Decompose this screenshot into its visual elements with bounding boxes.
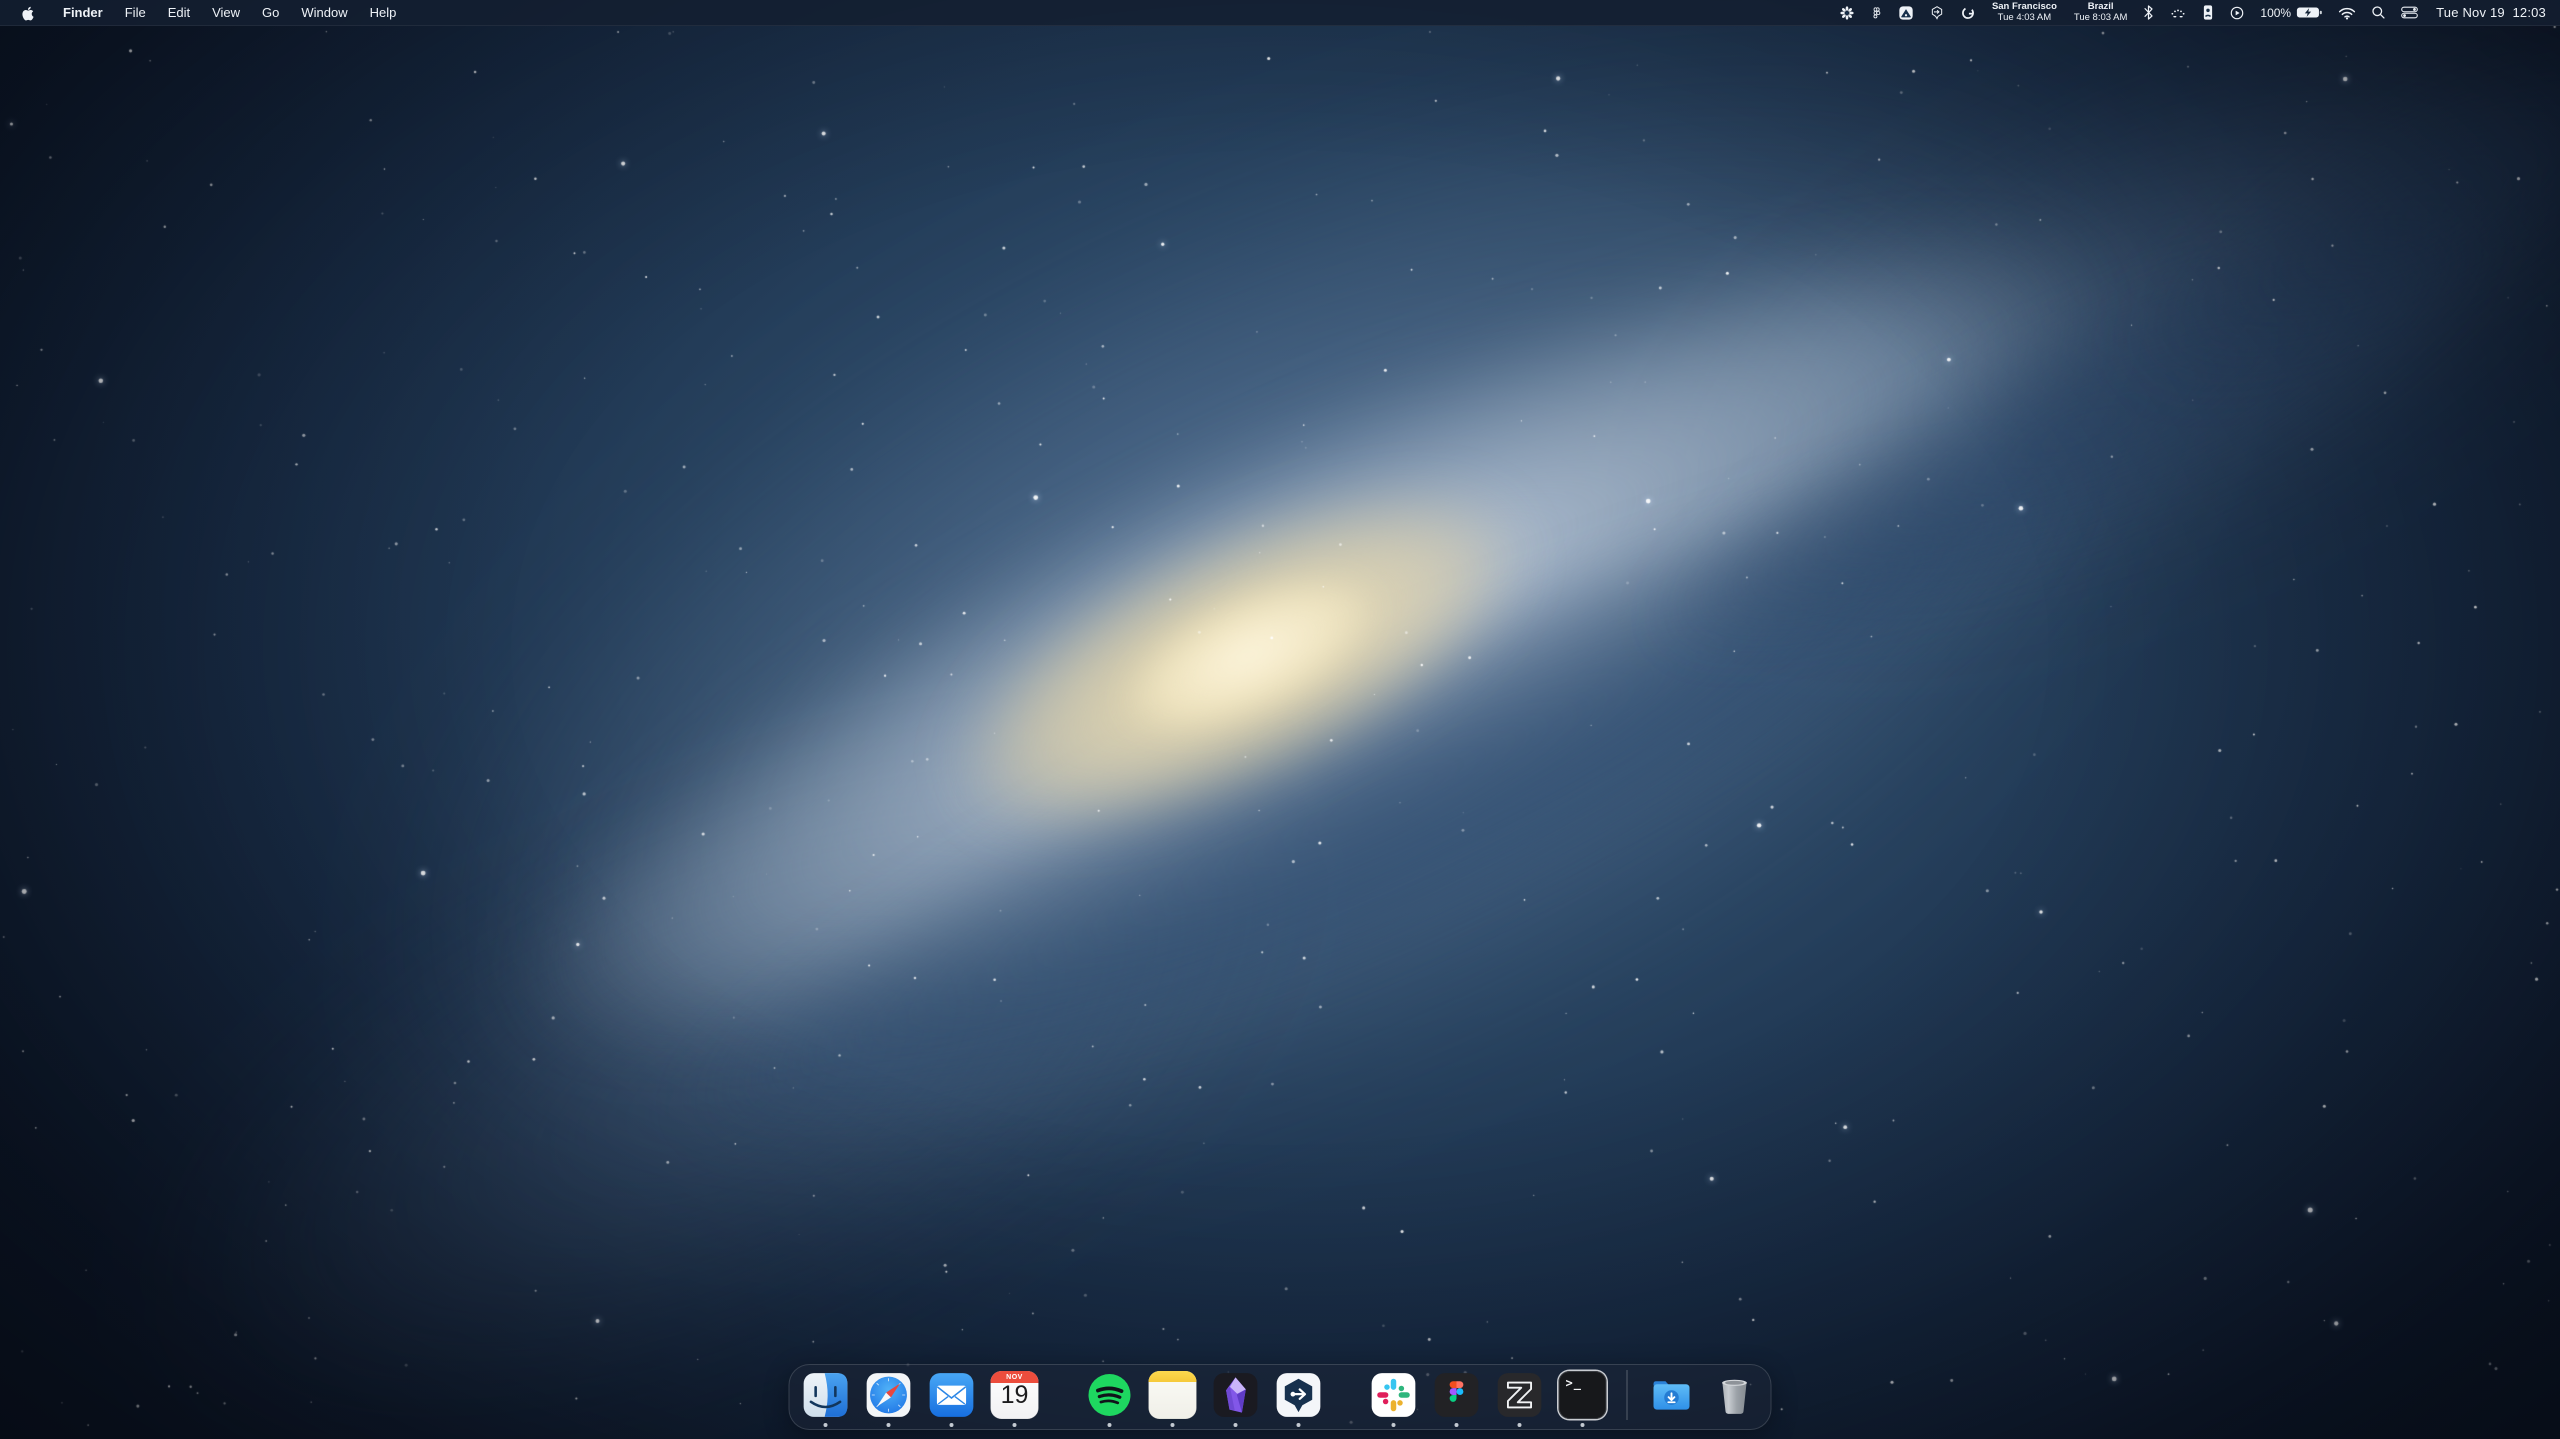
dock: NOV 19 bbox=[789, 1364, 1772, 1430]
menu-view[interactable]: View bbox=[201, 5, 251, 20]
running-indicator bbox=[1234, 1423, 1238, 1427]
g-circle-app-icon[interactable] bbox=[1960, 5, 1976, 21]
dock-separator bbox=[1627, 1370, 1628, 1420]
active-app-name[interactable]: Finder bbox=[52, 5, 114, 20]
iphone-mirroring-icon[interactable] bbox=[2202, 4, 2214, 21]
menu-help[interactable]: Help bbox=[359, 5, 408, 20]
running-indicator bbox=[1108, 1423, 1112, 1427]
running-indicator bbox=[1013, 1423, 1017, 1427]
menu-bar: Finder File Edit View Go Window Help bbox=[0, 0, 2560, 26]
battery-status[interactable]: 100% bbox=[2260, 6, 2323, 20]
world-clock-san-francisco[interactable]: San Francisco Tue 4:03 AM bbox=[1992, 2, 2057, 23]
obsidian-icon bbox=[1212, 1371, 1260, 1419]
spotify-icon bbox=[1086, 1371, 1134, 1419]
menu-bar-clock[interactable]: Tue Nov 19 12:03 bbox=[2436, 5, 2546, 20]
hexagon-chat-app-icon[interactable] bbox=[1929, 5, 1945, 21]
zed-icon bbox=[1496, 1371, 1544, 1419]
notes-header bbox=[1149, 1371, 1197, 1382]
running-indicator bbox=[1518, 1423, 1522, 1427]
hexagon-chat-app-icon bbox=[1275, 1371, 1323, 1419]
dock-spacer bbox=[1054, 1371, 1071, 1419]
world-clock-brazil[interactable]: Brazil Tue 8:03 AM bbox=[2074, 2, 2128, 23]
pinwheel-app-icon[interactable] bbox=[1839, 5, 1855, 21]
trash-icon bbox=[1711, 1371, 1759, 1419]
triangle-app-icon[interactable] bbox=[1898, 5, 1914, 21]
running-indicator bbox=[887, 1423, 891, 1427]
downloads-folder-icon bbox=[1648, 1371, 1696, 1419]
menu-file[interactable]: File bbox=[114, 5, 157, 20]
finder-icon bbox=[802, 1371, 850, 1419]
running-indicator bbox=[1171, 1423, 1175, 1427]
dock-item-mail[interactable] bbox=[928, 1371, 976, 1419]
dock-item-spotify[interactable] bbox=[1086, 1371, 1134, 1419]
bluetooth-icon[interactable] bbox=[2143, 4, 2154, 21]
apple-logo-icon[interactable] bbox=[0, 0, 52, 25]
running-indicator bbox=[1455, 1423, 1459, 1427]
battery-charging-icon bbox=[2296, 6, 2323, 19]
dock-spacer bbox=[1338, 1371, 1355, 1419]
running-indicator bbox=[950, 1423, 954, 1427]
notes-icon bbox=[1149, 1371, 1197, 1419]
control-center-icon[interactable] bbox=[2401, 6, 2418, 19]
dock-item-obsidian[interactable] bbox=[1212, 1371, 1260, 1419]
running-indicator bbox=[1581, 1423, 1585, 1427]
safari-icon bbox=[865, 1371, 913, 1419]
spotlight-search-icon[interactable] bbox=[2371, 5, 2386, 20]
dock-item-calendar[interactable]: NOV 19 bbox=[991, 1371, 1039, 1419]
menu-edit[interactable]: Edit bbox=[157, 5, 201, 20]
menu-window[interactable]: Window bbox=[290, 5, 358, 20]
running-indicator bbox=[824, 1423, 828, 1427]
menu-go[interactable]: Go bbox=[251, 5, 290, 20]
figma-outline-icon[interactable] bbox=[1870, 5, 1883, 21]
starfield bbox=[0, 0, 2560, 1439]
calendar-day: 19 bbox=[991, 1383, 1039, 1408]
dock-item-terminal[interactable]: >_ bbox=[1559, 1371, 1607, 1419]
dock-item-zed[interactable] bbox=[1496, 1371, 1544, 1419]
figma-icon bbox=[1433, 1371, 1481, 1419]
terminal-icon: >_ bbox=[1559, 1371, 1607, 1419]
running-indicator bbox=[1297, 1423, 1301, 1427]
dock-item-notes[interactable] bbox=[1149, 1371, 1197, 1419]
dock-item-safari[interactable] bbox=[865, 1371, 913, 1419]
dock-item-downloads[interactable] bbox=[1648, 1371, 1696, 1419]
calendar-icon: NOV 19 bbox=[991, 1371, 1039, 1419]
running-indicator bbox=[1392, 1423, 1396, 1427]
battery-percent: 100% bbox=[2260, 6, 2291, 20]
now-playing-icon[interactable] bbox=[2229, 5, 2245, 21]
menu-bar-status: San Francisco Tue 4:03 AM Brazil Tue 8:0… bbox=[1839, 0, 2560, 25]
wifi-icon[interactable] bbox=[2338, 6, 2356, 20]
mail-icon bbox=[928, 1371, 976, 1419]
dock-item-hexagon-chat-app[interactable] bbox=[1275, 1371, 1323, 1419]
terminal-prompt-glyph: >_ bbox=[1566, 1376, 1582, 1390]
dock-item-slack[interactable] bbox=[1370, 1371, 1418, 1419]
slack-icon bbox=[1370, 1371, 1418, 1419]
dock-item-finder[interactable] bbox=[802, 1371, 850, 1419]
dock-item-trash[interactable] bbox=[1711, 1371, 1759, 1419]
menu-bar-left: Finder File Edit View Go Window Help bbox=[0, 0, 407, 25]
dotted-arc-icon[interactable] bbox=[2169, 6, 2187, 20]
dock-item-figma[interactable] bbox=[1433, 1371, 1481, 1419]
